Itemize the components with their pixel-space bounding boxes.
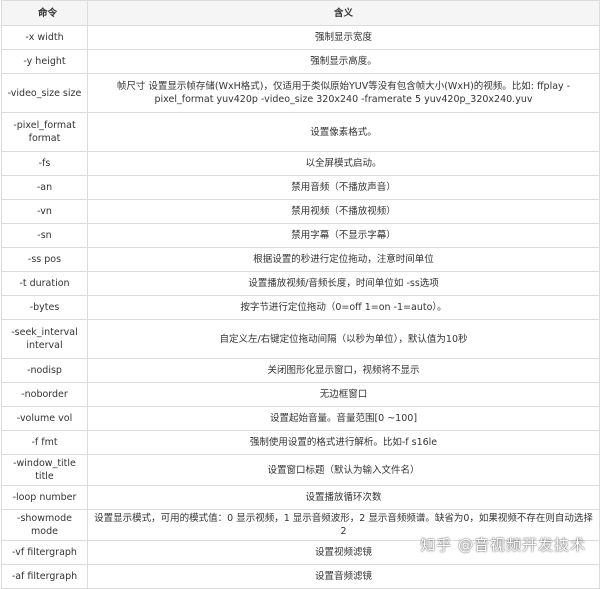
command-cell: -sn [1,223,88,248]
description-cell: 关闭图形化显示窗口，视频将不显示 [87,358,600,383]
description-cell: 设置起始音量。音量范围[0 ~100] [87,406,600,431]
description-cell: 禁用字幕（不显示字幕） [87,223,600,248]
table-row: -fs 以全屏模式启动。 [1,151,600,176]
column-header-meaning: 含义 [87,0,600,26]
command-cell: -window_title title [1,454,88,486]
description-cell: 设置播放循环次数 [87,485,600,510]
table-header-row: 命令 含义 [1,0,600,26]
table-row: -vn 禁用视频（不播放视频） [1,199,600,224]
table-row: -video_size size 帧尺寸 设置显示帧存储(WxH格式)，仅适用于类… [1,73,600,113]
description-cell: 强制显示宽度 [87,25,600,50]
table-row: -bytes 按字节进行定位拖动（0=off 1=on -1=auto）。 [1,295,600,320]
watermark: 知乎 @音视频开发技术 [420,536,586,554]
command-cell: -pixel_format format [1,112,88,152]
table-row: -t duration 设置播放视频/音频长度，时间单位如 -ss选项 [1,271,600,296]
table-row: -seek_interval interval 自定义左/右键定位拖动间隔（以秒为… [1,319,600,359]
table-row: -volume vol 设置起始音量。音量范围[0 ~100] [1,406,600,431]
table-row: -sn 禁用字幕（不显示字幕） [1,223,600,248]
description-cell: 禁用音频（不播放声音） [87,175,600,200]
options-table: 命令 含义 -x width 强制显示宽度 -y height 强制显示高度。 -vid… [1,0,600,589]
command-cell: -fs [1,151,88,176]
table-row: -noborder 无边框窗口 [1,382,600,407]
command-cell: -t duration [1,271,88,296]
table-row: -x width 强制显示宽度 [1,25,600,50]
command-cell: -bytes [1,295,88,320]
description-cell: 强制显示高度。 [87,49,600,74]
description-cell: 设置窗口标题（默认为输入文件名） [87,454,600,486]
description-cell: 以全屏模式启动。 [87,151,600,176]
table-row: -an 禁用音频（不播放声音） [1,175,600,200]
description-cell: 无边框窗口 [87,382,600,407]
table-row: -af filtergraph 设置音频滤镜 [1,564,600,589]
command-cell: -volume vol [1,406,88,431]
description-cell: 自定义左/右键定位拖动间隔（以秒为单位），默认值为10秒 [87,319,600,359]
command-cell: -ss pos [1,247,88,272]
command-cell: -af filtergraph [1,564,88,589]
command-cell: -noborder [1,382,88,407]
command-cell: -an [1,175,88,200]
table-row: -window_title title 设置窗口标题（默认为输入文件名） [1,454,600,486]
table-row: -pixel_format format 设置像素格式。 [1,112,600,152]
command-cell: -vf filtergraph [1,540,88,565]
table-row: -f fmt 强制使用设置的格式进行解析。比如-f s16le [1,430,600,455]
table-row: -ss pos 根据设置的秒进行定位拖动，注意时间单位 [1,247,600,272]
description-cell: 根据设置的秒进行定位拖动，注意时间单位 [87,247,600,272]
command-cell: -x width [1,25,88,50]
table-row: -nodisp 关闭图形化显示窗口，视频将不显示 [1,358,600,383]
table-row: -loop number 设置播放循环次数 [1,485,600,510]
table-row: -y height 强制显示高度。 [1,49,600,74]
command-cell: -video_size size [1,73,88,113]
description-cell: 设置播放视频/音频长度，时间单位如 -ss选项 [87,271,600,296]
command-cell: -showmode mode [1,509,88,541]
command-cell: -nodisp [1,358,88,383]
command-cell: -vn [1,199,88,224]
description-cell: 帧尺寸 设置显示帧存储(WxH格式)，仅适用于类似原始YUV等没有包含帧大小(W… [87,73,600,113]
description-cell: 禁用视频（不播放视频） [87,199,600,224]
description-cell: 设置音频滤镜 [87,564,600,589]
command-cell: -seek_interval interval [1,319,88,359]
command-cell: -y height [1,49,88,74]
command-cell: -f fmt [1,430,88,455]
description-cell: 按字节进行定位拖动（0=off 1=on -1=auto）。 [87,295,600,320]
description-cell: 设置像素格式。 [87,112,600,152]
description-cell: 强制使用设置的格式进行解析。比如-f s16le [87,430,600,455]
column-header-command: 命令 [1,0,88,26]
command-cell: -loop number [1,485,88,510]
